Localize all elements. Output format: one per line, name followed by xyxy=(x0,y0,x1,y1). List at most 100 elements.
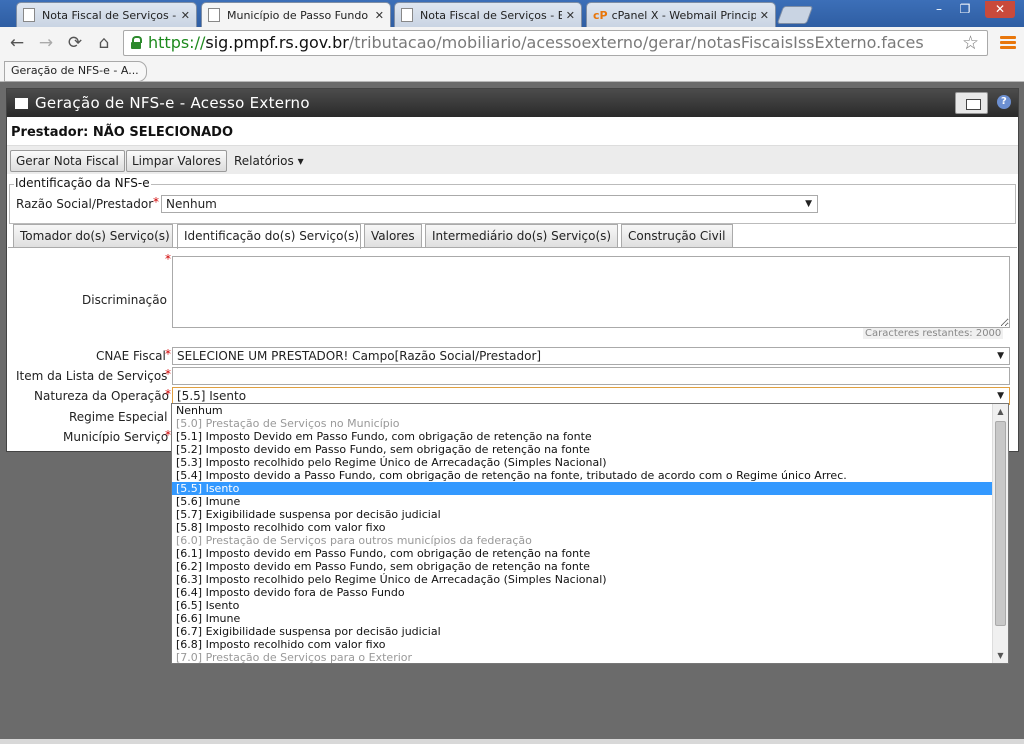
browser-tabstrip: Nota Fiscal de Serviços - Elet ✕ Municíp… xyxy=(0,0,1024,27)
dropdown-option[interactable]: [6.7] Exigibilidade suspensa por decisão… xyxy=(172,625,992,638)
regime-especial-label: Regime Especial xyxy=(69,410,168,424)
browser-tab-active[interactable]: Município de Passo Fundo ✕ xyxy=(201,2,391,27)
dropdown-option[interactable]: [6.8] Imposto recolhido com valor fixo xyxy=(172,638,992,651)
razao-social-select[interactable]: Nenhum ▼ xyxy=(161,195,818,213)
tab-valores[interactable]: Valores xyxy=(364,224,422,248)
scroll-down-arrow-icon[interactable]: ▼ xyxy=(993,648,1008,663)
chevron-down-icon: ▼ xyxy=(805,199,812,209)
cnae-select[interactable]: SELECIONE UM PRESTADOR! Campo[Razão Soci… xyxy=(172,347,1010,365)
action-bar: Gerar Nota Fiscal Limpar Valores Relatór… xyxy=(7,145,1018,174)
browser-tab[interactable]: cP cPanel X - Webmail Principal ✕ xyxy=(586,2,776,27)
dropdown-option[interactable]: [5.7] Exigibilidade suspensa por decisão… xyxy=(172,508,992,521)
scroll-up-arrow-icon[interactable]: ▲ xyxy=(993,404,1008,419)
natureza-dropdown-list[interactable]: Nenhum [5.0] Prestação de Serviços no Mun… xyxy=(171,403,1009,664)
browser-tab[interactable]: Nota Fiscal de Serviços - Elet ✕ xyxy=(16,2,197,27)
page-title: Geração de NFS-e - Acesso Externo xyxy=(35,94,310,112)
dropdown-option[interactable]: [6.2] Imposto devido em Passo Fundo, sem… xyxy=(172,560,992,573)
natureza-value: [5.5] Isento xyxy=(177,389,247,403)
tab-title: Nota Fiscal de Serviços - Elet xyxy=(42,8,177,22)
home-button[interactable]: ⌂ xyxy=(93,32,115,54)
dropdown-option: [6.0] Prestação de Serviços para outros … xyxy=(176,534,532,547)
main-panel: Geração de NFS-e - Acesso Externo ? Pres… xyxy=(6,88,1019,452)
discriminacao-textarea[interactable] xyxy=(172,256,1010,328)
new-tab-button[interactable] xyxy=(776,6,814,24)
natureza-label: Natureza da Operação xyxy=(34,389,169,403)
dropdown-option[interactable]: [6.5] Isento xyxy=(172,599,992,612)
card-icon xyxy=(966,99,981,110)
cnae-label: CNAE Fiscal xyxy=(96,349,166,363)
address-bar[interactable]: https://sig.pmpf.rs.gov.br/tributacao/mo… xyxy=(123,30,988,56)
required-marker: * xyxy=(165,367,171,381)
tab-title: cPanel X - Webmail Principal xyxy=(611,8,756,22)
required-marker: * xyxy=(153,195,159,209)
url-host: sig.pmpf.rs.gov.br xyxy=(205,33,349,52)
razao-social-value: Nenhum xyxy=(166,197,217,211)
dropdown-option[interactable]: [5.6] Imune xyxy=(172,495,992,508)
bookmark-item[interactable]: Geração de NFS-e - A... xyxy=(4,61,147,82)
dropdown-scrollbar[interactable]: ▲ ▼ xyxy=(992,404,1008,663)
tab-identificacao-servicos[interactable]: Identificação do(s) Serviço(s) xyxy=(177,224,361,249)
page-icon xyxy=(23,8,35,22)
dropdown-option: [5.0] Prestação de Serviços no Município xyxy=(176,417,400,430)
reload-button[interactable]: ⟳ xyxy=(64,32,86,54)
card-button[interactable] xyxy=(955,92,988,114)
municipio-servico-label: Município Serviço xyxy=(63,430,169,444)
page-icon xyxy=(401,8,413,22)
dropdown-option[interactable]: [5.5] Isento xyxy=(172,482,992,495)
browser-menu-icon[interactable] xyxy=(1000,36,1016,50)
document-icon xyxy=(15,98,28,109)
tab-tomador[interactable]: Tomador do(s) Serviço(s) xyxy=(13,224,173,248)
required-marker: * xyxy=(165,252,171,266)
close-icon[interactable]: ✕ xyxy=(760,9,769,22)
dropdown-option: [7.0] Prestação de Serviços para o Exter… xyxy=(176,651,413,664)
required-marker: * xyxy=(165,347,171,361)
dropdown-option[interactable]: [6.1] Imposto devido em Passo Fundo, com… xyxy=(172,547,992,560)
relatorios-menu[interactable]: Relatórios ▾ xyxy=(234,154,304,168)
forward-button[interactable]: → xyxy=(35,32,57,54)
discriminacao-label: Discriminação xyxy=(82,293,167,307)
item-lista-input[interactable] xyxy=(172,367,1010,385)
close-icon[interactable]: ✕ xyxy=(375,9,384,22)
url-path: /tributacao/mobiliario/acessoexterno/ger… xyxy=(348,33,924,52)
tab-intermediario[interactable]: Intermediário do(s) Serviço(s) xyxy=(425,224,618,248)
back-button[interactable]: ← xyxy=(6,32,28,54)
browser-toolbar: ← → ⟳ ⌂ https://sig.pmpf.rs.gov.br/tribu… xyxy=(0,27,1024,60)
chevron-down-icon: ▼ xyxy=(997,391,1004,401)
required-marker: * xyxy=(165,387,171,401)
natureza-options: Nenhum [5.0] Prestação de Serviços no Mun… xyxy=(172,404,1008,664)
dropdown-option[interactable]: [5.2] Imposto devido em Passo Fundo, sem… xyxy=(172,443,992,456)
razao-social-label: Razão Social/Prestador xyxy=(16,197,154,211)
minimize-button[interactable]: – xyxy=(927,1,951,18)
browser-tab[interactable]: Nota Fiscal de Serviços - Elet ✕ xyxy=(394,2,582,27)
scroll-thumb[interactable] xyxy=(995,421,1006,626)
page-icon xyxy=(208,8,220,22)
bookmark-bar: Geração de NFS-e - A... xyxy=(0,60,1024,82)
fieldset-legend: Identificação da NFS-e xyxy=(14,176,151,190)
dropdown-option[interactable]: [6.6] Imune xyxy=(172,612,992,625)
window-close-button[interactable]: ✕ xyxy=(985,1,1015,18)
dropdown-option[interactable]: [5.4] Imposto devido a Passo Fundo, com … xyxy=(172,469,992,482)
item-lista-label: Item da Lista de Serviços xyxy=(16,369,168,383)
dropdown-option[interactable]: [5.1] Imposto Devido em Passo Fundo, com… xyxy=(172,430,992,443)
tab-title: Município de Passo Fundo xyxy=(227,8,369,22)
dropdown-option[interactable]: [5.8] Imposto recolhido com valor fixo xyxy=(172,521,992,534)
dropdown-option[interactable]: [5.3] Imposto recolhido pelo Regime Únic… xyxy=(172,456,992,469)
tab-title: Nota Fiscal de Serviços - Elet xyxy=(420,8,562,22)
char-counter: Caracteres restantes: 2000 xyxy=(863,328,1004,339)
panel-header: Geração de NFS-e - Acesso Externo ? xyxy=(7,89,1018,117)
close-icon[interactable]: ✕ xyxy=(181,9,190,22)
restore-button[interactable]: ❐ xyxy=(953,1,977,18)
gerar-nota-fiscal-button[interactable]: Gerar Nota Fiscal xyxy=(10,150,125,172)
lock-icon xyxy=(131,36,142,49)
dropdown-option[interactable]: [6.3] Imposto recolhido pelo Regime Únic… xyxy=(172,573,992,586)
dropdown-option[interactable]: Nenhum xyxy=(172,404,992,417)
prestador-status: Prestador: NÃO SELECIONADO xyxy=(11,125,233,140)
limpar-valores-button[interactable]: Limpar Valores xyxy=(126,150,228,172)
bookmark-star-icon[interactable]: ☆ xyxy=(962,31,979,55)
identificacao-fieldset: Identificação da NFS-e Razão Social/Pres… xyxy=(9,176,1016,224)
chevron-down-icon: ▼ xyxy=(997,351,1004,361)
help-icon[interactable]: ? xyxy=(997,95,1011,109)
close-icon[interactable]: ✕ xyxy=(566,9,575,22)
dropdown-option[interactable]: [6.4] Imposto devido fora de Passo Fundo xyxy=(172,586,992,599)
tab-construcao-civil[interactable]: Construção Civil xyxy=(621,224,733,248)
